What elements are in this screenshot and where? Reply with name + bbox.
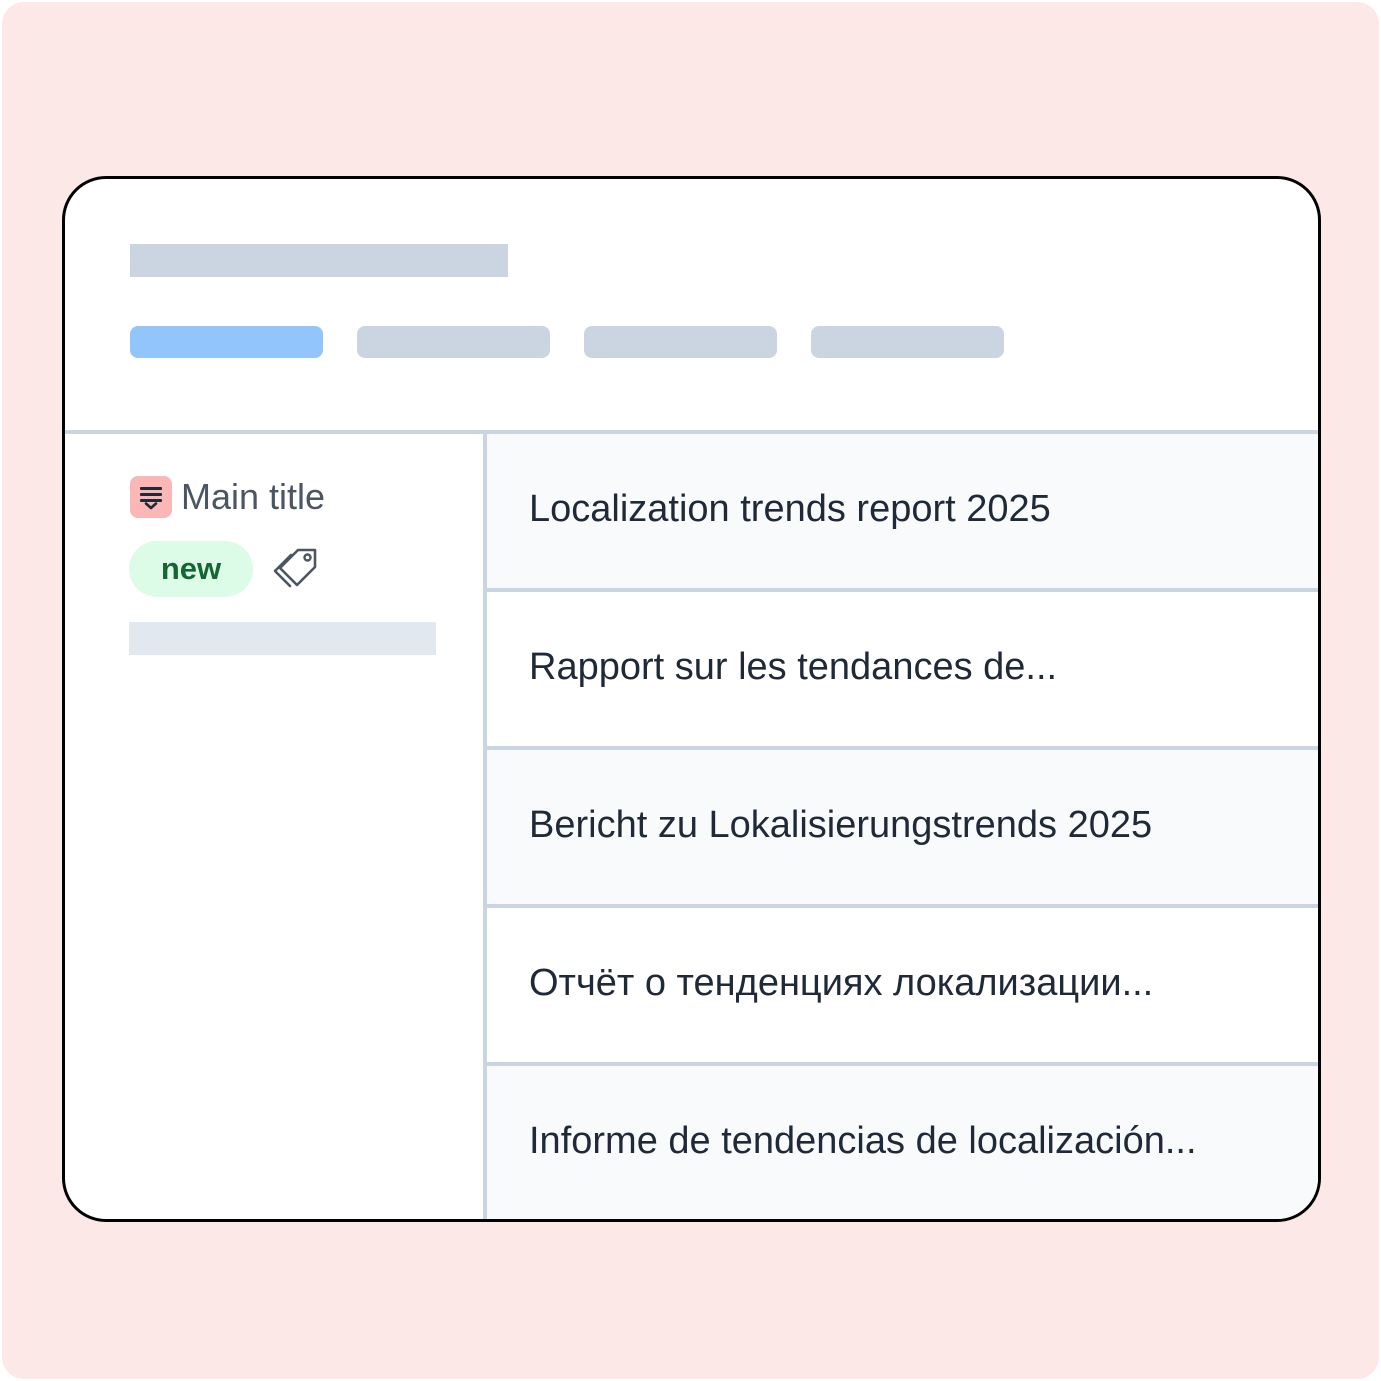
- list-item[interactable]: Localization trends report 2025: [487, 434, 1318, 592]
- description-placeholder: [129, 622, 436, 655]
- main-title-row[interactable]: Main title: [130, 476, 325, 518]
- tab-4[interactable]: [811, 326, 1004, 358]
- list-item[interactable]: Отчёт о тенденциях локализации...: [487, 908, 1318, 1066]
- header: [65, 179, 1318, 431]
- tab-2[interactable]: [357, 326, 550, 358]
- app-window: Main title new Localization trends repor…: [62, 176, 1321, 1222]
- list-item-text: Informe de tendencias de localización...: [529, 1119, 1197, 1162]
- list-item[interactable]: Bericht zu Lokalisierungstrends 2025: [487, 750, 1318, 908]
- page-title-placeholder: [130, 244, 508, 277]
- tab-3[interactable]: [584, 326, 777, 358]
- list-item-text: Rapport sur les tendances de...: [529, 645, 1058, 688]
- main-title-label: Main title: [181, 476, 326, 517]
- tab-1[interactable]: [130, 326, 323, 358]
- sidebar: Main title new: [65, 434, 483, 1219]
- translation-list: Localization trends report 2025 Rapport …: [487, 434, 1318, 1219]
- list-item-text: Localization trends report 2025: [529, 487, 1051, 530]
- list-dropdown-icon: [130, 476, 172, 518]
- tag-icon[interactable]: [271, 546, 321, 592]
- status-badge: new: [129, 541, 253, 597]
- list-item-text: Bericht zu Lokalisierungstrends 2025: [529, 803, 1153, 846]
- list-item[interactable]: Rapport sur les tendances de...: [487, 592, 1318, 750]
- list-item-text: Отчёт о тенденциях локализации...: [529, 961, 1154, 1004]
- list-item[interactable]: Informe de tendencias de localización...: [487, 1066, 1318, 1219]
